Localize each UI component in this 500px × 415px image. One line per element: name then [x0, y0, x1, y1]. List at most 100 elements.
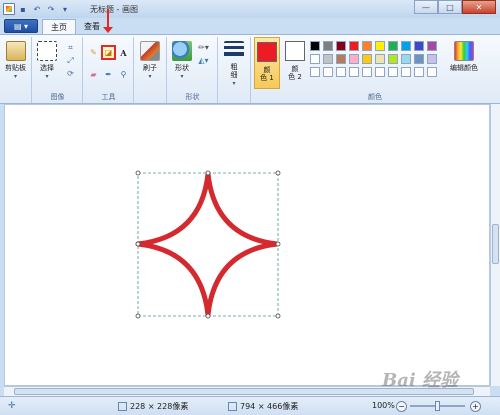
palette-swatch[interactable]: [375, 67, 385, 77]
resize-handle[interactable]: [135, 313, 141, 319]
fill-icon[interactable]: ◭▾: [198, 55, 209, 66]
crop-icon[interactable]: ⌗: [65, 42, 76, 53]
palette-swatch[interactable]: [375, 41, 385, 51]
brushes-button[interactable]: 刷子 ▾: [140, 41, 160, 80]
palette-swatch[interactable]: [323, 41, 333, 51]
edit-colors-label: 编辑颜色: [450, 64, 478, 72]
zoom-slider[interactable]: [410, 401, 465, 411]
clipboard-group: 剪贴板 ▾: [2, 37, 32, 103]
quick-access-toolbar: ▪ ↶ ↷ ▾: [0, 3, 71, 15]
color1-swatch: [257, 42, 277, 62]
annotation-arrowhead: [103, 27, 113, 33]
save-icon[interactable]: ▪: [17, 3, 29, 15]
maximize-button[interactable]: □: [438, 0, 462, 14]
zoom-out-button[interactable]: −: [396, 401, 407, 412]
fill-bucket-icon[interactable]: ◪: [101, 45, 116, 60]
chevron-down-icon: ▾: [13, 73, 17, 80]
file-menu-button[interactable]: ▤ ▾: [4, 19, 38, 33]
palette-swatch[interactable]: [310, 54, 320, 64]
shapes-group: 形状 ▾ ✏▾ ◭▾ 形状: [168, 37, 218, 103]
drawing-canvas[interactable]: [4, 104, 490, 386]
ribbon-tabs: ▤ ▾ 主页 查看: [0, 18, 500, 34]
status-bar: ✛ 228 × 228像素 794 × 466像素 100% − +: [0, 396, 500, 415]
zoom-status: 100%: [372, 401, 395, 410]
palette-swatch[interactable]: [336, 41, 346, 51]
palette-swatch[interactable]: [401, 41, 411, 51]
rotate-icon[interactable]: ⟳: [65, 68, 76, 79]
size-button[interactable]: 粗 细 ▾: [224, 41, 244, 87]
redo-icon[interactable]: ↷: [45, 3, 57, 15]
customize-toolbar-icon[interactable]: ▾: [59, 3, 71, 15]
palette-swatch[interactable]: [362, 54, 372, 64]
resize-handle[interactable]: [275, 170, 281, 176]
resize-handle[interactable]: [135, 241, 141, 247]
palette-swatch[interactable]: [375, 54, 385, 64]
palette-swatch[interactable]: [310, 67, 320, 77]
palette-swatch[interactable]: [362, 67, 372, 77]
palette-swatch[interactable]: [427, 54, 437, 64]
tools-group-label: 工具: [101, 93, 116, 101]
selection-rectangle[interactable]: [137, 172, 279, 317]
close-button[interactable]: ✕: [462, 0, 496, 14]
palette-swatch[interactable]: [362, 41, 372, 51]
select-button[interactable]: 选择 ▾: [37, 41, 57, 80]
watermark-logo: Bai 经验: [382, 370, 458, 391]
resize-handle[interactable]: [275, 241, 281, 247]
image-size-icon: [228, 402, 237, 411]
text-tool-icon[interactable]: A: [118, 47, 129, 58]
palette-swatch[interactable]: [401, 67, 411, 77]
palette-swatch[interactable]: [349, 41, 359, 51]
ribbon: 剪贴板 ▾ 选择 ▾ ⌗ ⤢ ⟳ 图像 ✎ ◪ A ▰ ✒ ⚲ 工具 刷子 ▾: [0, 9, 500, 104]
palette-swatch[interactable]: [349, 54, 359, 64]
colors-group-label: 颜色: [368, 93, 382, 101]
vertical-scroll-thumb[interactable]: [492, 224, 499, 264]
palette-swatch[interactable]: [427, 67, 437, 77]
palette-swatch[interactable]: [388, 41, 398, 51]
palette-swatch[interactable]: [401, 54, 411, 64]
palette-swatch[interactable]: [323, 54, 333, 64]
annotation-arrow: [107, 9, 109, 29]
tab-home[interactable]: 主页: [42, 19, 76, 34]
color1-label: 颜 色 1: [260, 66, 274, 83]
palette-swatch[interactable]: [427, 41, 437, 51]
image-size-text: 794 × 466像素: [240, 402, 299, 411]
resize-handle[interactable]: [135, 170, 141, 176]
eraser-icon[interactable]: ▰: [88, 69, 99, 80]
paint-app-icon[interactable]: [3, 3, 15, 15]
minimize-button[interactable]: —: [414, 0, 438, 14]
resize-icon[interactable]: ⤢: [65, 55, 76, 66]
palette-swatch[interactable]: [388, 54, 398, 64]
shapes-button[interactable]: 形状 ▾: [172, 41, 192, 80]
palette-swatch[interactable]: [388, 67, 398, 77]
zoom-text: 100%: [372, 401, 395, 410]
color1-button[interactable]: 颜 色 1: [254, 37, 280, 89]
palette-swatch[interactable]: [336, 54, 346, 64]
edit-colors-icon: [454, 41, 474, 61]
add-icon-area: ✛: [8, 401, 16, 411]
pencil-icon[interactable]: ✎: [88, 47, 99, 58]
resize-handle[interactable]: [205, 313, 211, 319]
image-group-label: 图像: [50, 93, 65, 101]
palette-swatch[interactable]: [414, 67, 424, 77]
palette-swatch[interactable]: [349, 67, 359, 77]
palette-swatch[interactable]: [414, 54, 424, 64]
resize-handle[interactable]: [275, 313, 281, 319]
resize-handle[interactable]: [205, 170, 211, 176]
vertical-scrollbar[interactable]: [490, 104, 500, 386]
magnifier-icon[interactable]: ⚲: [118, 69, 129, 80]
size-label: 粗 细: [230, 63, 238, 80]
chevron-down-icon: ▾: [45, 73, 49, 80]
color2-button[interactable]: 颜 色 2: [282, 37, 308, 89]
palette-swatch[interactable]: [336, 67, 346, 77]
zoom-in-button[interactable]: +: [470, 401, 481, 412]
palette-swatch[interactable]: [323, 67, 333, 77]
color-picker-icon[interactable]: ✒: [103, 69, 114, 80]
clipboard-button[interactable]: 剪贴板 ▾: [5, 41, 26, 80]
four-point-star[interactable]: [135, 171, 280, 318]
palette-swatch[interactable]: [414, 41, 424, 51]
edit-colors-button[interactable]: 编辑颜色: [444, 41, 484, 73]
palette-swatch[interactable]: [310, 41, 320, 51]
undo-icon[interactable]: ↶: [31, 3, 43, 15]
outline-icon[interactable]: ✏▾: [198, 42, 209, 53]
zoom-slider-knob[interactable]: [435, 401, 440, 411]
